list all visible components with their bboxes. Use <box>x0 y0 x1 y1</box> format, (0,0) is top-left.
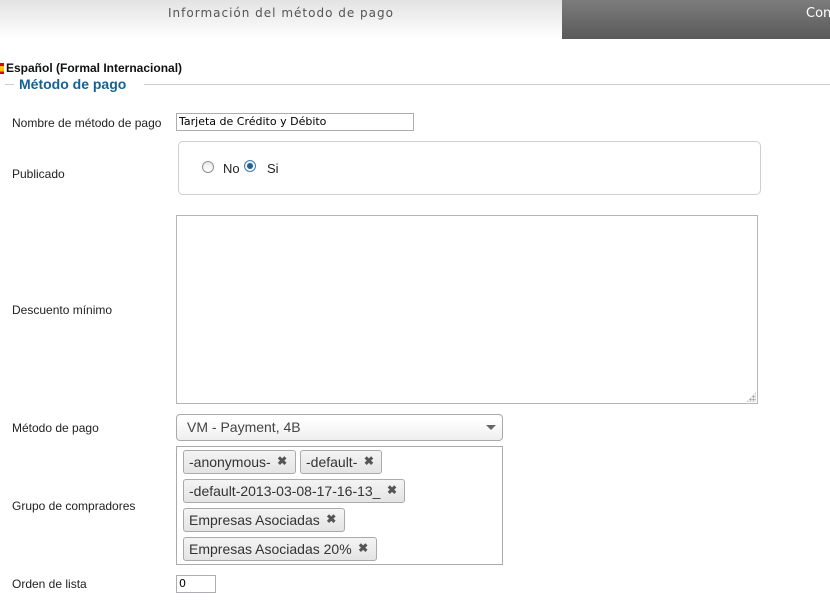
payment-name-label: Nombre de método de pago <box>12 116 162 130</box>
fieldset-border <box>5 84 14 85</box>
payment-method-selected: VM - Payment, 4B <box>187 419 301 435</box>
published-no-label[interactable]: No <box>223 161 240 176</box>
remove-chip-icon[interactable]: ✖ <box>326 513 337 525</box>
remove-chip-icon[interactable]: ✖ <box>386 484 397 496</box>
shopper-group-chip: -default-2013-03-08-17-16-13_ ✖ <box>183 479 406 503</box>
list-order-label: Orden de lista <box>12 577 87 591</box>
shopper-group-chip: -anonymous- ✖ <box>183 450 296 474</box>
resize-grip-icon[interactable] <box>746 392 756 402</box>
chevron-down-icon <box>486 425 496 430</box>
tab-payment-info[interactable]: Información del método de pago <box>0 0 562 39</box>
payment-method-label: Método de pago <box>12 421 99 435</box>
fieldset-legend: Método de pago <box>19 76 127 92</box>
published-radio-group: No Si <box>178 141 761 195</box>
payment-name-input[interactable]: Tarjeta de Crédito y Débito <box>176 113 414 131</box>
chip-label: Empresas Asociadas 20% <box>189 541 352 557</box>
spain-flag-icon <box>0 63 4 74</box>
chip-label: -default- <box>306 454 358 470</box>
list-order-input[interactable]: 0 <box>176 575 216 593</box>
published-si-label[interactable]: Si <box>267 161 279 176</box>
shopper-group-label: Grupo de compradores <box>12 499 136 513</box>
shopper-group-multiselect[interactable]: -anonymous- ✖ -default- ✖ -default-2013-… <box>176 446 503 565</box>
min-discount-label: Descuento mínimo <box>12 303 113 317</box>
remove-chip-icon[interactable]: ✖ <box>363 455 374 467</box>
tab-configuration[interactable]: Configuración <box>562 0 830 39</box>
published-si-radio[interactable] <box>244 160 256 172</box>
shopper-group-chip: Empresas Asociadas ✖ <box>183 508 345 532</box>
payment-method-select[interactable]: VM - Payment, 4B <box>176 414 503 441</box>
chip-label: -default-2013-03-08-17-16-13_ <box>189 483 381 499</box>
published-no-radio[interactable] <box>202 161 214 173</box>
fieldset-border <box>144 84 830 85</box>
min-discount-textarea[interactable] <box>176 215 758 404</box>
chip-label: Empresas Asociadas <box>189 512 320 528</box>
shopper-group-chip: -default- ✖ <box>300 450 383 474</box>
chip-label: -anonymous- <box>189 454 271 470</box>
shopper-group-chip: Empresas Asociadas 20% ✖ <box>183 537 377 561</box>
language-label: Español (Formal Internacional) <box>6 61 183 75</box>
remove-chip-icon[interactable]: ✖ <box>277 455 288 467</box>
published-label: Publicado <box>12 167 65 181</box>
remove-chip-icon[interactable]: ✖ <box>358 542 369 554</box>
